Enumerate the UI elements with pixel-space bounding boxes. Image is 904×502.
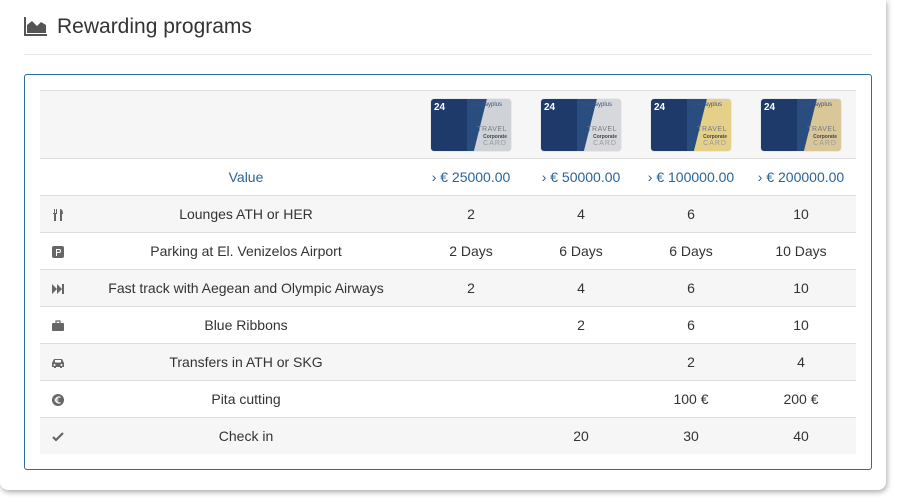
- card-row: 24 flyawayplus TRAVEL Corporate CARD 24 flyaw…: [40, 90, 856, 159]
- row-label: Fast track with Aegean and Olympic Airwa…: [76, 269, 416, 307]
- row-label: Parking at El. Venizelos Airport: [76, 232, 416, 270]
- row-value: 4: [526, 195, 636, 233]
- row-icon-cell: [40, 306, 76, 344]
- row-value: 2 Days: [416, 232, 526, 270]
- card-travel: TRAVEL: [697, 125, 727, 133]
- empty-cell: [76, 90, 416, 159]
- value-link[interactable]: › € 25000.00: [416, 158, 526, 196]
- row-value: 6: [636, 269, 746, 307]
- rewarding-programs-panel: Rewarding programs 24 flyawayplus TRAVEL Co…: [0, 0, 886, 490]
- row-value: 6 Days: [526, 232, 636, 270]
- empty-cell: [40, 90, 76, 159]
- row-value: 6: [636, 306, 746, 344]
- row-value: 6 Days: [636, 232, 746, 270]
- table-row: Transfers in ATH or SKG 2 4: [40, 343, 856, 381]
- table-row: Parking at El. Venizelos Airport 2 Days 6 …: [40, 232, 856, 270]
- card-card: CARD: [813, 139, 837, 147]
- table-row: Blue Ribbons 2 6 10: [40, 306, 856, 344]
- card-cell: 24 flyawayplus TRAVEL Corporate CARD: [416, 90, 526, 159]
- row-value: 4: [746, 343, 856, 381]
- gold-card: 24 flyawayplus TRAVEL Corporate CARD: [651, 98, 731, 151]
- row-icon-cell: [40, 195, 76, 233]
- row-value: 2: [416, 195, 526, 233]
- parking-icon: [51, 243, 65, 259]
- card-travel: TRAVEL: [477, 125, 507, 133]
- card-number: 24: [764, 101, 776, 113]
- card-logo: flyawayplus: [801, 101, 833, 108]
- row-value: 100 €: [636, 380, 746, 418]
- table-row: Lounges ATH or HER 2 4 6 10: [40, 195, 856, 233]
- car-icon: [51, 354, 65, 370]
- table-row: Pita cutting 100 €200 €: [40, 380, 856, 418]
- fast-forward-icon: [51, 280, 65, 296]
- card-cell: 24 flyawayplus TRAVEL Corporate CARD: [746, 90, 856, 159]
- card-cell: 24 flyawayplus TRAVEL Corporate CARD: [526, 90, 636, 159]
- card-card: CARD: [703, 139, 727, 147]
- silver-card: 24 flyawayplus TRAVEL Corporate CARD: [431, 98, 511, 151]
- value-row: Value › € 25000.00 › € 50000.00 › € 1000…: [40, 158, 856, 196]
- card-travel: TRAVEL: [587, 125, 617, 133]
- row-label: Pita cutting: [76, 380, 416, 418]
- check-icon: [51, 428, 65, 444]
- row-value: [416, 306, 526, 344]
- row-value: 10: [746, 195, 856, 233]
- table-row: Check in 20 30 40: [40, 417, 856, 454]
- row-label: Blue Ribbons: [76, 306, 416, 344]
- area-chart-icon: [24, 17, 47, 36]
- row-label: Check in: [76, 417, 416, 454]
- empty-cell: [40, 158, 76, 196]
- row-icon-cell: [40, 343, 76, 381]
- row-value: [416, 380, 526, 418]
- row-icon-cell: [40, 269, 76, 307]
- page-title: Rewarding programs: [57, 15, 252, 38]
- card-cell: 24 flyawayplus TRAVEL Corporate CARD: [636, 90, 746, 159]
- row-value: 10: [746, 306, 856, 344]
- card-logo: flyawayplus: [471, 101, 503, 108]
- table-row: Fast track with Aegean and Olympic Airwa…: [40, 269, 856, 307]
- value-link[interactable]: › € 50000.00: [526, 158, 636, 196]
- briefcase-icon: [51, 317, 65, 333]
- row-label: Lounges ATH or HER: [76, 195, 416, 233]
- programs-table: 24 flyawayplus TRAVEL Corporate CARD 24 flyaw…: [40, 90, 856, 454]
- row-label: Transfers in ATH or SKG: [76, 343, 416, 381]
- row-value: 20: [526, 417, 636, 454]
- row-value: [526, 343, 636, 381]
- row-icon-cell: [40, 232, 76, 270]
- row-icon-cell: [40, 380, 76, 418]
- cutlery-icon: [51, 206, 65, 222]
- card-number: 24: [434, 101, 446, 113]
- row-value: 200 €: [746, 380, 856, 418]
- value-link[interactable]: › € 200000.00: [746, 158, 856, 196]
- row-value: [526, 380, 636, 418]
- row-value: 2: [636, 343, 746, 381]
- card-travel: TRAVEL: [807, 125, 837, 133]
- platinum-card: 24 flyawayplus TRAVEL Corporate CARD: [541, 98, 621, 151]
- row-value: 2: [526, 306, 636, 344]
- row-value: 40: [746, 417, 856, 454]
- value-link[interactable]: › € 100000.00: [636, 158, 746, 196]
- card-number: 24: [654, 101, 666, 113]
- value-label: Value: [76, 158, 416, 196]
- row-value: [416, 343, 526, 381]
- row-icon-cell: [40, 417, 76, 454]
- card-logo: flyawayplus: [691, 101, 723, 108]
- euro-icon: [51, 391, 65, 407]
- card-card: CARD: [593, 139, 617, 147]
- card-card: CARD: [483, 139, 507, 147]
- row-value: 4: [526, 269, 636, 307]
- row-value: 30: [636, 417, 746, 454]
- row-value: 10 Days: [746, 232, 856, 270]
- row-value: 2: [416, 269, 526, 307]
- premium-card: 24 flyawayplus TRAVEL Corporate CARD: [761, 98, 841, 151]
- card-number: 24: [544, 101, 556, 113]
- row-value: 10: [746, 269, 856, 307]
- row-value: [416, 417, 526, 454]
- programs-box: 24 flyawayplus TRAVEL Corporate CARD 24 flyaw…: [24, 74, 872, 470]
- row-value: 6: [636, 195, 746, 233]
- card-logo: flyawayplus: [581, 101, 613, 108]
- panel-header: Rewarding programs: [24, 14, 872, 55]
